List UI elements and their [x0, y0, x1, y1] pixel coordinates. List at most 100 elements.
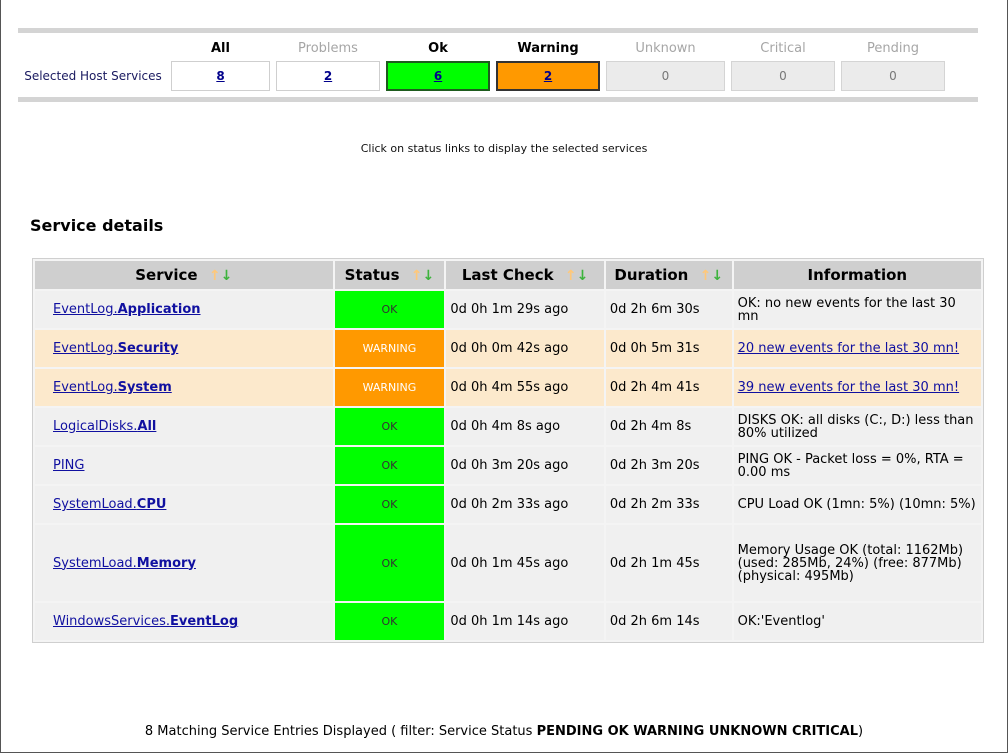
header-problems: Problems	[298, 40, 358, 56]
last-check-cell: 0d 0h 3m 20s ago	[446, 447, 604, 484]
header-unknown: Unknown	[635, 40, 696, 56]
column-last-check: Last Check ↑↓	[446, 261, 604, 289]
information-cell: OK: no new events for the last 30 mn	[733, 291, 981, 328]
sort-desc-icon[interactable]: ↓	[423, 268, 435, 284]
service-suffix: All	[137, 419, 157, 434]
information-cell: Memory Usage OK (total: 1162Mb) (used: 2…	[733, 525, 981, 601]
sort-asc-icon[interactable]: ↑	[209, 268, 221, 284]
count-warning-link[interactable]: 2	[544, 69, 552, 83]
service-link[interactable]: EventLog.Application	[53, 302, 201, 317]
status-badge: OK	[334, 447, 445, 484]
service-link[interactable]: EventLog.Security	[53, 341, 178, 356]
service-prefix: PING	[53, 458, 85, 473]
service-link[interactable]: SystemLoad.Memory	[53, 556, 196, 571]
service-suffix: System	[117, 380, 172, 395]
sort-asc-icon[interactable]: ↑	[411, 268, 423, 284]
last-check-cell: 0d 0h 1m 14s ago	[446, 603, 604, 640]
status-badge: OK	[334, 525, 445, 601]
service-prefix: WindowsServices.	[53, 614, 170, 629]
table-row: WindowsServices.EventLog OK 0d 0h 1m 14s…	[35, 603, 981, 640]
footer-suffix: )	[858, 724, 864, 739]
header-all: All	[211, 40, 230, 56]
last-check-cell: 0d 0h 2m 33s ago	[446, 486, 604, 523]
last-check-cell: 0d 0h 4m 8s ago	[446, 408, 604, 445]
summary-top-rule	[18, 28, 978, 33]
duration-cell: 0d 2h 2m 33s	[605, 486, 732, 523]
service-cell: SystemLoad.CPU	[35, 486, 333, 523]
service-suffix: Application	[117, 302, 201, 317]
service-link[interactable]: PING	[53, 458, 84, 473]
table-row: LogicalDisks.All OK 0d 0h 4m 8s ago 0d 2…	[35, 408, 981, 445]
summary-bottom-rule	[18, 97, 978, 102]
header-warning: Warning	[517, 40, 579, 56]
sort-desc-icon[interactable]: ↓	[577, 268, 589, 284]
count-critical-cell: 0	[731, 61, 835, 91]
summary-row-label: Selected Host Services	[24, 69, 162, 83]
service-prefix: EventLog.	[53, 380, 118, 395]
count-ok-link[interactable]: 6	[434, 69, 442, 83]
duration-cell: 0d 2h 4m 8s	[605, 408, 732, 445]
column-service: Service ↑↓	[35, 261, 333, 289]
information-link[interactable]: 39 new events for the last 30 mn!	[738, 380, 959, 395]
service-cell: LogicalDisks.All	[35, 408, 333, 445]
service-cell: EventLog.Application	[35, 291, 333, 328]
information-cell: CPU Load OK (1mn: 5%) (10mn: 5%)	[733, 486, 981, 523]
summary-header-row: All Problems Ok Warning Unknown Critical…	[18, 35, 978, 61]
table-row: EventLog.Application OK 0d 0h 1m 29s ago…	[35, 291, 981, 328]
duration-cell: 0d 2h 6m 30s	[605, 291, 732, 328]
sort-asc-icon[interactable]: ↑	[565, 268, 577, 284]
count-unknown-cell: 0	[606, 61, 725, 91]
last-check-cell: 0d 0h 1m 29s ago	[446, 291, 604, 328]
service-link[interactable]: LogicalDisks.All	[53, 419, 156, 434]
sort-desc-icon[interactable]: ↓	[221, 268, 233, 284]
information-cell: DISKS OK: all disks (C:, D:) less than 8…	[733, 408, 981, 445]
table-header-row: Service ↑↓ Status ↑↓ Last Check ↑↓ Durat…	[35, 261, 981, 289]
status-badge: OK	[334, 486, 445, 523]
service-link[interactable]: EventLog.System	[53, 380, 172, 395]
column-last-check-label: Last Check	[461, 266, 554, 284]
sort-desc-icon[interactable]: ↓	[711, 268, 723, 284]
status-badge: WARNING	[334, 330, 445, 367]
last-check-cell: 0d 0h 0m 42s ago	[446, 330, 604, 367]
service-cell: EventLog.System	[35, 369, 333, 406]
service-cell: PING	[35, 447, 333, 484]
table-row: EventLog.Security WARNING 0d 0h 0m 42s a…	[35, 330, 981, 367]
information-cell: 20 new events for the last 30 mn!	[733, 330, 981, 367]
status-badge: OK	[334, 603, 445, 640]
service-cell: WindowsServices.EventLog	[35, 603, 333, 640]
status-badge: OK	[334, 291, 445, 328]
status-links-hint: Click on status links to display the sel…	[360, 142, 648, 155]
service-link[interactable]: SystemLoad.CPU	[53, 497, 166, 512]
last-check-cell: 0d 0h 1m 45s ago	[446, 525, 604, 601]
header-pending: Pending	[867, 40, 919, 56]
count-problems-link[interactable]: 2	[324, 69, 332, 83]
sort-asc-icon[interactable]: ↑	[700, 268, 712, 284]
column-status-label: Status	[344, 266, 400, 284]
footer-filters: PENDING OK WARNING UNKNOWN CRITICAL	[536, 724, 859, 739]
count-all-link[interactable]: 8	[216, 69, 224, 83]
table-row: SystemLoad.Memory OK 0d 0h 1m 45s ago 0d…	[35, 525, 981, 601]
section-title: Service details	[30, 216, 164, 235]
table-row: EventLog.System WARNING 0d 0h 4m 55s ago…	[35, 369, 981, 406]
status-badge: OK	[334, 408, 445, 445]
header-critical: Critical	[760, 40, 806, 56]
last-check-cell: 0d 0h 4m 55s ago	[446, 369, 604, 406]
duration-cell: 0d 2h 1m 45s	[605, 525, 732, 601]
information-cell: 39 new events for the last 30 mn!	[733, 369, 981, 406]
service-prefix: SystemLoad.	[53, 497, 137, 512]
service-link[interactable]: WindowsServices.EventLog	[53, 614, 238, 629]
count-warning-cell: 2	[496, 61, 600, 91]
service-prefix: EventLog.	[53, 341, 118, 356]
service-cell: EventLog.Security	[35, 330, 333, 367]
information-link[interactable]: 20 new events for the last 30 mn!	[738, 341, 959, 356]
column-information: Information	[733, 261, 981, 289]
service-cell: SystemLoad.Memory	[35, 525, 333, 601]
column-duration-label: Duration	[614, 266, 689, 284]
information-cell: PING OK - Packet loss = 0%, RTA = 0.00 m…	[733, 447, 981, 484]
service-suffix: Security	[117, 341, 179, 356]
count-ok-cell: 6	[386, 61, 490, 91]
service-prefix: SystemLoad.	[53, 555, 137, 571]
table-row: PING OK 0d 0h 3m 20s ago 0d 2h 3m 20s PI…	[35, 447, 981, 484]
service-prefix: LogicalDisks.	[53, 419, 138, 434]
status-summary: All Problems Ok Warning Unknown Critical…	[18, 28, 978, 102]
